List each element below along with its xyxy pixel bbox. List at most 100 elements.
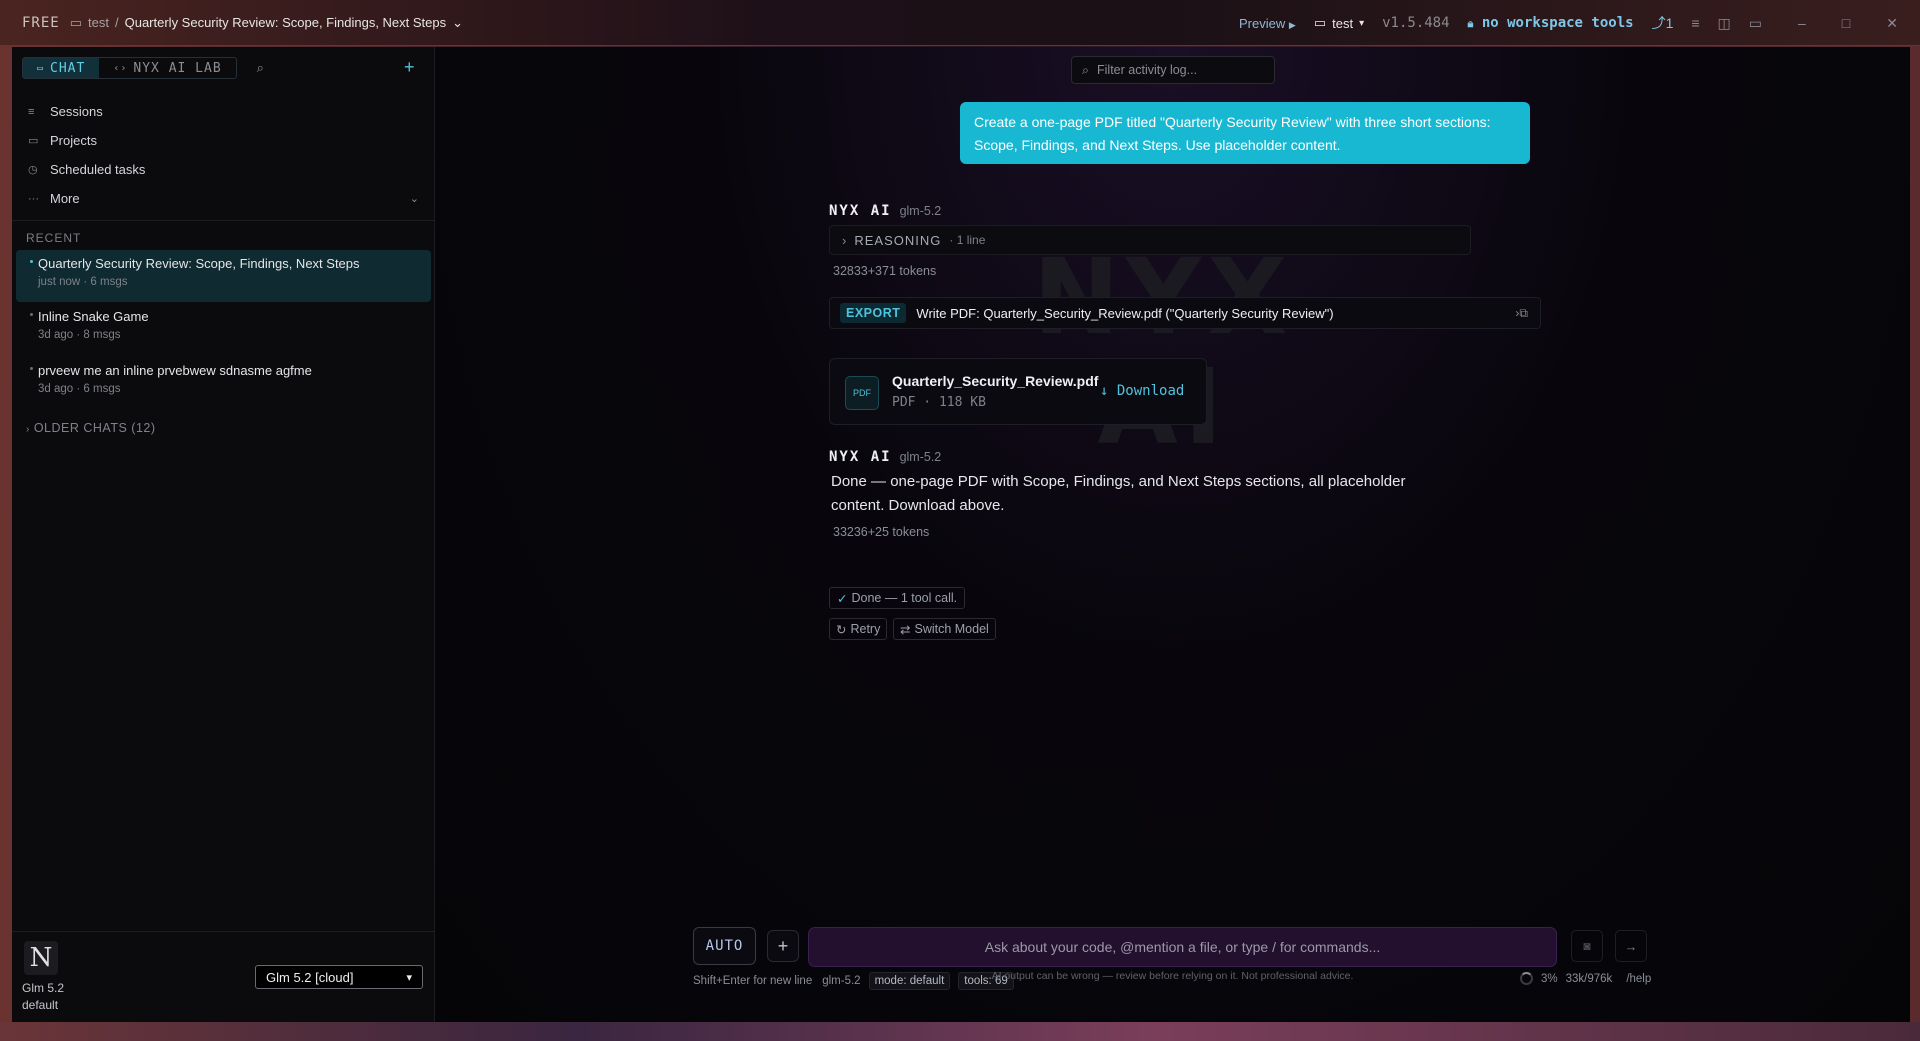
arrow-right-icon: →	[1624, 938, 1638, 954]
tab-chat[interactable]: ▭ CHAT	[23, 58, 100, 78]
auto-mode-button[interactable]: AUTO	[693, 927, 756, 965]
older-chats-toggle[interactable]: › OLDER CHATS (12)	[26, 421, 156, 435]
model-avatar: N	[24, 941, 58, 975]
sidebar-tabs: ▭ CHAT ‹› NYX AI LAB	[22, 57, 237, 79]
search-icon[interactable]: ⌕	[257, 60, 264, 76]
bullet-icon	[30, 367, 33, 370]
sidebar-item-more[interactable]: ··· More ⌄	[12, 184, 435, 213]
download-button[interactable]: ↓ Download	[1100, 383, 1184, 399]
desktop-background	[0, 1022, 1920, 1041]
model-info: Glm 5.2 default	[22, 980, 64, 1014]
model-name: Glm 5.2	[22, 981, 65, 995]
disclaimer: AI output can be wrong — review before r…	[991, 970, 1354, 982]
ai-message-header: NYX AI glm-5.2	[829, 449, 941, 465]
export-badge: EXPORT	[840, 303, 907, 323]
maximize-icon[interactable]: □	[1842, 15, 1850, 31]
user-message: Create a one-page PDF titled "Quarterly …	[960, 102, 1530, 164]
activity-filter-input[interactable]: ⌕ Filter activity log...	[1071, 56, 1275, 84]
branch-indicator[interactable]: ⤴1	[1652, 13, 1674, 33]
attach-button[interactable]: +	[767, 930, 799, 962]
sidebar-item-projects[interactable]: ▭ Projects	[12, 126, 435, 155]
lock-icon: 🔒︎	[1467, 17, 1474, 30]
preview-button[interactable]: Preview ▶	[1239, 16, 1296, 31]
play-icon: ▶	[1288, 19, 1296, 30]
ai-model: glm-5.2	[899, 204, 942, 218]
chat-icon: ▭	[37, 62, 45, 74]
version-label: v1.5.484	[1382, 15, 1450, 31]
breadcrumb-folder[interactable]: test	[88, 15, 109, 30]
chevron-down-icon: ⌄	[409, 193, 419, 205]
tab-nyx-ai-lab[interactable]: ‹› NYX AI LAB	[99, 58, 235, 78]
workspace-select[interactable]: ▭ test ▾	[1314, 15, 1364, 31]
chat-pane: ⌕Filter activity log... NYX AI Create a …	[435, 47, 1910, 1022]
message-input[interactable]: Ask about your code, @mention a file, or…	[808, 927, 1557, 967]
panel-icon[interactable]: ▭	[1749, 15, 1762, 32]
token-count: 32833+371 tokens	[833, 264, 937, 278]
list-icon: ≡	[28, 105, 35, 118]
model-select[interactable]: Glm 5.2 [cloud] ▾	[255, 965, 423, 989]
breadcrumb: ▭ test / Quarterly Security Review: Scop…	[70, 15, 463, 31]
chevron-right-icon: ›	[842, 232, 847, 248]
branch-icon: ⤴	[1651, 15, 1666, 31]
expand-icon: ›⧉	[1515, 305, 1528, 320]
folder-icon: ▭	[28, 135, 39, 147]
bullet-icon	[30, 313, 33, 316]
divider	[12, 220, 435, 221]
search-icon: ⌕	[1082, 62, 1090, 77]
new-chat-button[interactable]: +	[404, 57, 415, 78]
chat-list-item[interactable]: Quarterly Security Review: Scope, Findin…	[16, 250, 431, 302]
retry-icon: ↻	[836, 622, 847, 637]
file-name: Quarterly_Security_Review.pdf	[892, 373, 1099, 389]
switch-model-button[interactable]: ⇄ Switch Model	[893, 618, 996, 640]
ai-message-header: NYX AI glm-5.2	[829, 203, 941, 219]
swap-icon: ⇄	[900, 622, 911, 637]
chevron-down-icon[interactable]: ⌄	[452, 15, 463, 31]
token-count: 33236+25 tokens	[833, 525, 930, 539]
breadcrumb-separator: /	[114, 15, 119, 30]
chat-list-item[interactable]: prveew me an inline prvebwew sdnasme agf…	[16, 357, 431, 409]
export-tool-call[interactable]: EXPORT Write PDF: Quarterly_Security_Rev…	[829, 297, 1541, 329]
close-icon[interactable]: ✕	[1886, 15, 1898, 32]
ellipsis-icon: ···	[28, 192, 39, 205]
clock-icon: ◷	[28, 164, 38, 176]
minimize-icon[interactable]: –	[1798, 15, 1806, 31]
status-chip: ✓ Done — 1 tool call.	[829, 587, 966, 609]
file-meta: PDF · 118 KB	[892, 395, 986, 410]
ai-name: NYX AI	[829, 203, 892, 219]
recent-header: RECENT	[26, 231, 82, 245]
folder-icon: ▭	[69, 14, 83, 30]
sidebar-item-scheduled-tasks[interactable]: ◷ Scheduled tasks	[12, 155, 435, 184]
reasoning-toggle[interactable]: › REASONING · 1 line	[829, 225, 1471, 255]
model-profile: default	[22, 998, 59, 1012]
ai-model: glm-5.2	[899, 450, 942, 464]
menu-icon[interactable]: ≡	[1691, 15, 1699, 31]
sidebar: ▭ CHAT ‹› NYX AI LAB ⌕ + ≡ Sessions ▭ Projec…	[12, 47, 435, 1022]
chevron-down-icon: ▾	[1359, 17, 1365, 29]
check-icon: ✓	[837, 591, 848, 606]
bullet-icon	[30, 260, 33, 263]
ai-name: NYX AI	[829, 449, 892, 465]
folder-icon: ▭	[1313, 15, 1327, 30]
file-card: PDF Quarterly_Security_Review.pdf PDF · …	[829, 358, 1207, 425]
chat-list-item[interactable]: Inline Snake Game 3d ago · 8 msgs	[16, 303, 431, 355]
plan-badge: FREE	[22, 14, 60, 31]
chat-title[interactable]: Quarterly Security Review: Scope, Findin…	[125, 15, 447, 30]
pdf-file-icon: PDF	[845, 376, 879, 410]
download-icon: ↓	[1100, 383, 1109, 399]
logo-watermark: NYX AI	[1013, 242, 1313, 462]
export-description: Write PDF: Quarterly_Security_Review.pdf…	[916, 305, 1334, 321]
sidebar-item-sessions[interactable]: ≡ Sessions	[12, 97, 435, 126]
divider	[12, 931, 435, 932]
chevron-right-icon: ›	[26, 424, 30, 435]
camera-icon[interactable]: ◙	[1571, 930, 1603, 962]
split-panel-icon[interactable]: ◫	[1718, 15, 1731, 32]
title-bar: FREE ▭ test / Quarterly Security Review:…	[0, 0, 1920, 46]
retry-button[interactable]: ↻ Retry	[829, 618, 888, 640]
send-button[interactable]: →	[1615, 930, 1647, 962]
workspace-tools-status[interactable]: 🔒︎ no workspace tools	[1468, 15, 1634, 31]
sidebar-nav: ≡ Sessions ▭ Projects ◷ Scheduled tasks ···…	[12, 97, 435, 213]
plus-icon: +	[777, 935, 789, 956]
code-icon: ‹›	[113, 62, 128, 74]
ai-reply: Done — one-page PDF with Scope, Findings…	[831, 473, 1406, 514]
chevron-down-icon: ▾	[406, 971, 412, 984]
